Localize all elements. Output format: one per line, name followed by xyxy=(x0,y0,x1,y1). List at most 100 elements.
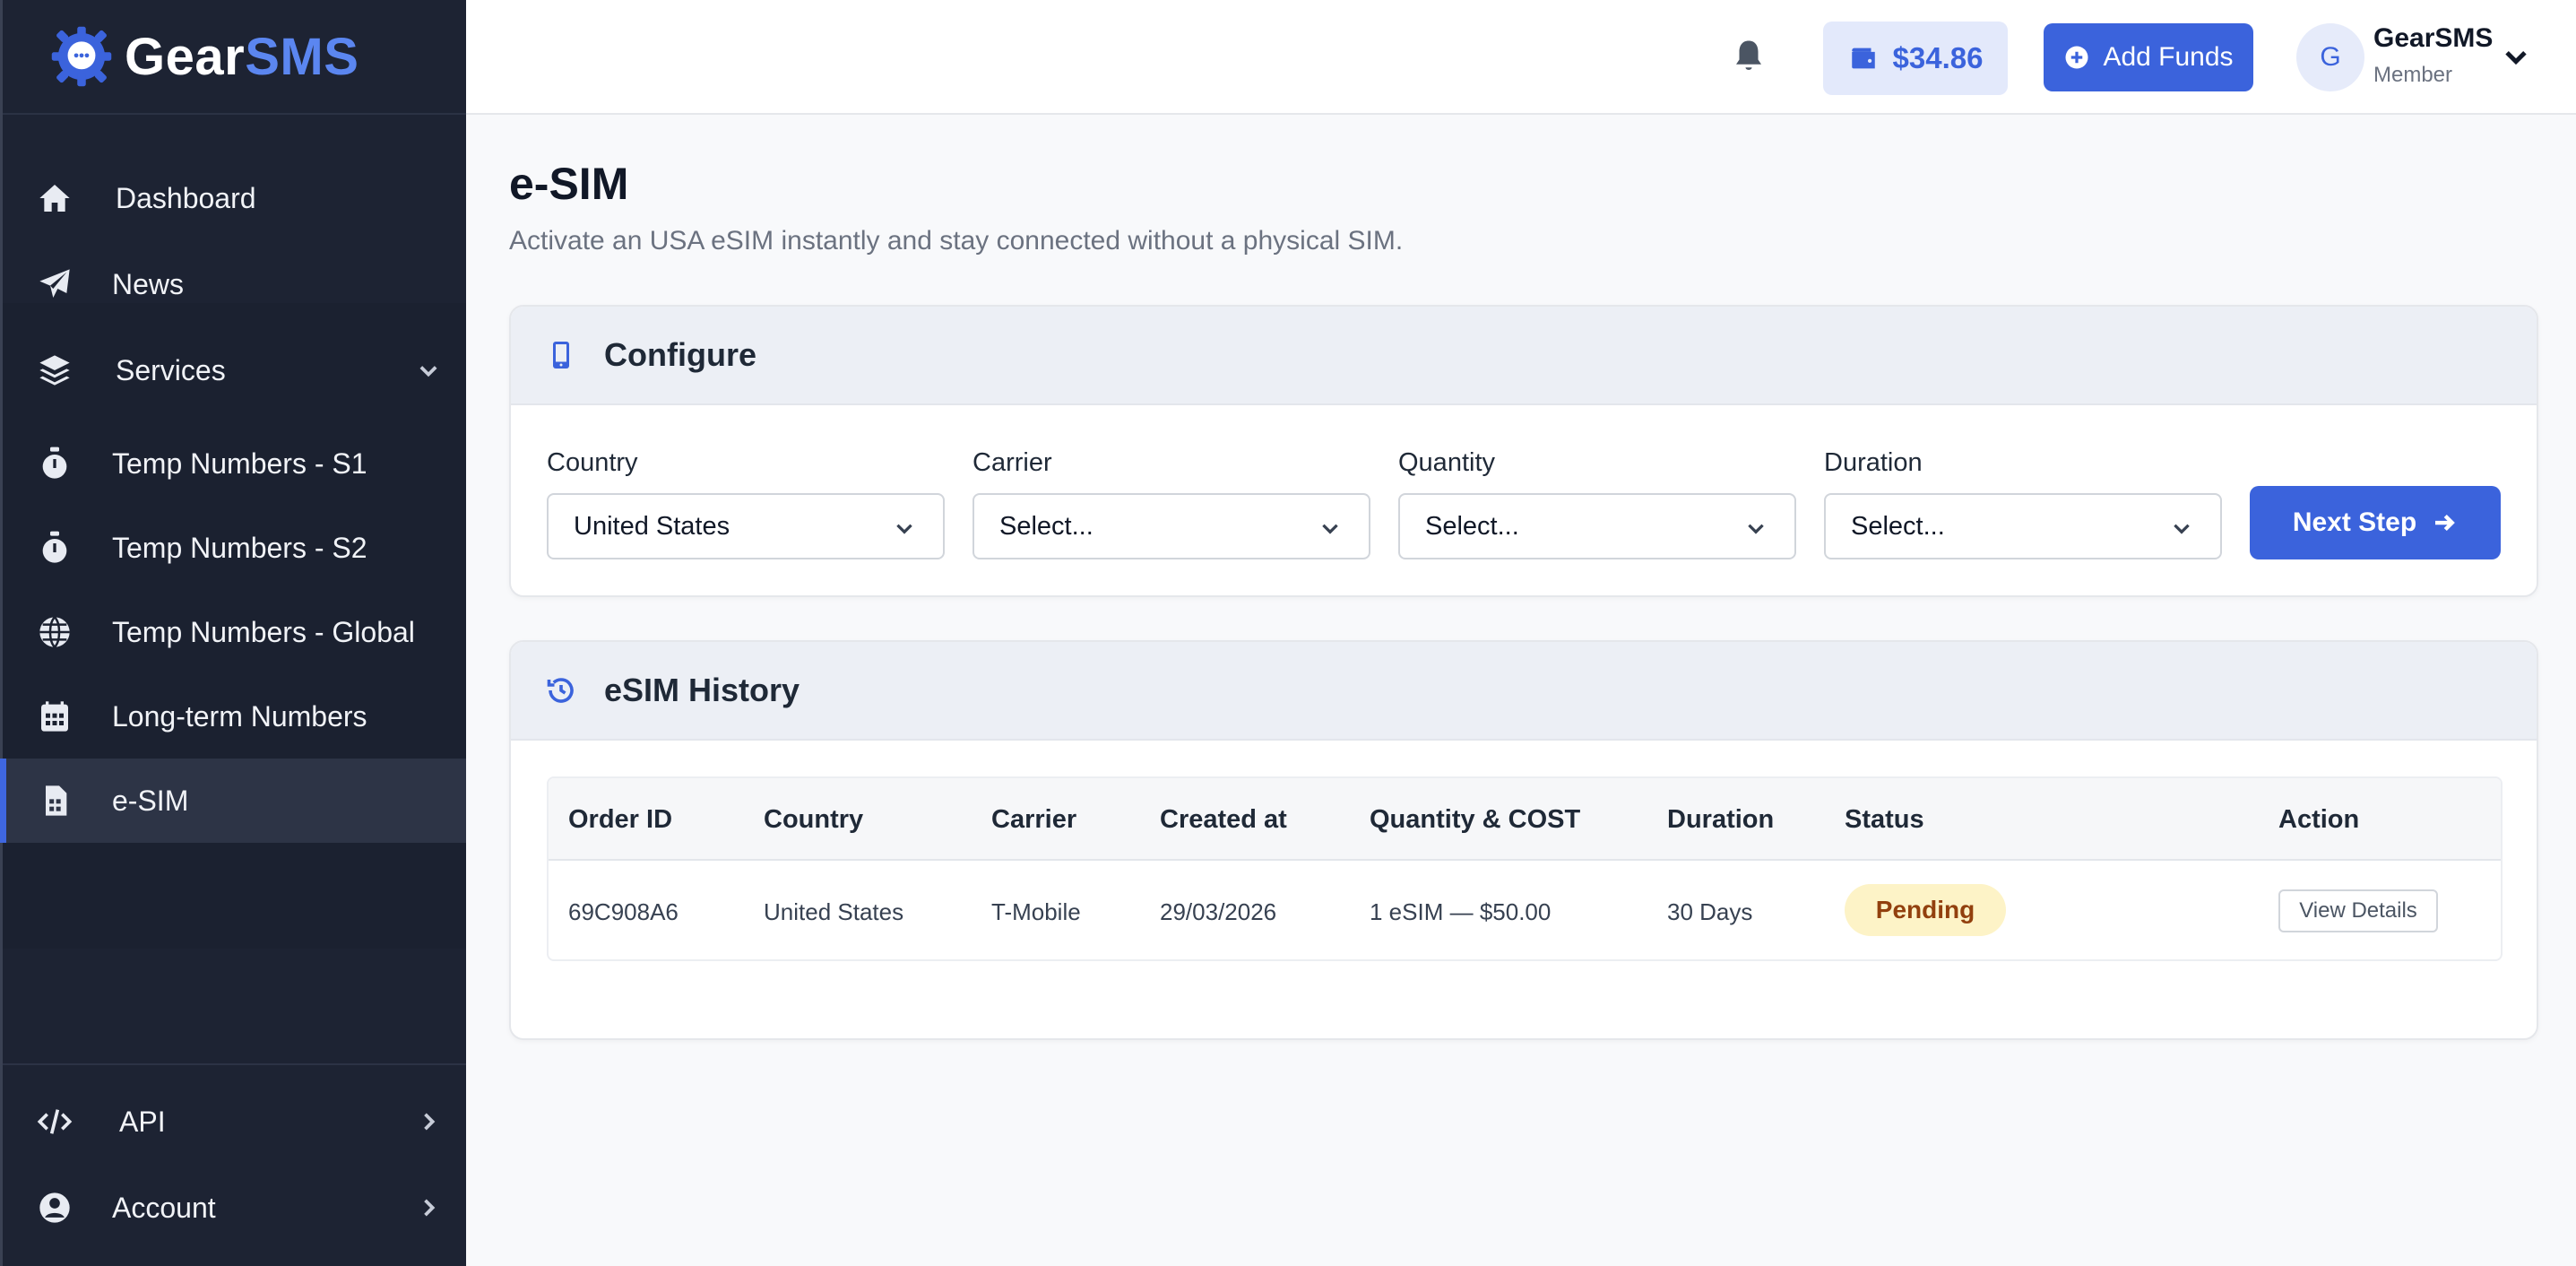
globe-icon xyxy=(35,612,74,652)
esim-history-card: eSIM History Order ID Country Carrier Cr… xyxy=(509,640,2538,1040)
chevron-down-icon xyxy=(1318,516,1342,540)
brand-name: GearSMS xyxy=(125,27,359,87)
layers-icon xyxy=(35,351,74,390)
brand[interactable]: GearSMS xyxy=(3,0,466,115)
add-funds-label: Add Funds xyxy=(2103,42,2234,72)
stopwatch-icon xyxy=(35,444,74,483)
status-badge: Pending xyxy=(1845,884,2006,936)
col-created-at: Created at xyxy=(1160,805,1287,834)
chevron-right-icon xyxy=(416,1108,443,1135)
history-card-header: eSIM History xyxy=(511,642,2537,741)
chevron-right-icon xyxy=(416,1194,443,1221)
page-title: e-SIM xyxy=(509,159,629,209)
view-details-button[interactable]: View Details xyxy=(2278,889,2438,932)
plus-circle-icon xyxy=(2065,46,2088,69)
top-header: $34.86 Add Funds G GearSMS Member xyxy=(466,0,2576,115)
configure-title: Configure xyxy=(604,336,756,373)
sim-card-icon xyxy=(35,781,74,820)
col-country: Country xyxy=(764,805,864,834)
avatar[interactable]: G xyxy=(2296,23,2364,91)
user-name[interactable]: GearSMS xyxy=(2373,23,2493,54)
code-icon xyxy=(35,1102,74,1141)
history-table: Order ID Country Carrier Created at Quan… xyxy=(547,776,2503,961)
mobile-phone-icon xyxy=(553,342,569,369)
wallet-icon xyxy=(1851,48,1875,69)
sidebar-divider xyxy=(3,1063,466,1065)
brand-name-part2: SMS xyxy=(245,27,359,86)
configure-card-header: Configure xyxy=(511,307,2537,405)
sidebar-item-label: API xyxy=(119,1105,166,1138)
sidebar-item-label: Long-term Numbers xyxy=(112,699,367,733)
stopwatch-icon xyxy=(35,528,74,568)
sidebar-item-temp-numbers-global[interactable]: Temp Numbers - Global xyxy=(3,590,466,674)
country-select-value: United States xyxy=(574,511,730,541)
sidebar-item-label: Temp Numbers - Global xyxy=(112,615,415,648)
sidebar-item-label: Account xyxy=(112,1191,216,1224)
sidebar-item-label: News xyxy=(112,267,185,300)
cell-carrier: T-Mobile xyxy=(991,898,1081,925)
app-root: GearSMS Dashboard News Services Temp Num… xyxy=(0,0,2576,1266)
chevron-down-icon xyxy=(1744,516,1768,540)
duration-select-value: Select... xyxy=(1851,511,1945,541)
carrier-select-value: Select... xyxy=(999,511,1094,541)
carrier-label: Carrier xyxy=(972,448,1052,477)
quantity-label: Quantity xyxy=(1398,448,1495,477)
next-step-button[interactable]: Next Step xyxy=(2250,486,2501,559)
quantity-select[interactable]: Select... xyxy=(1398,493,1796,559)
add-funds-button[interactable]: Add Funds xyxy=(2044,23,2253,91)
sidebar-item-dashboard[interactable]: Dashboard xyxy=(3,156,466,240)
cell-created-at: 29/03/2026 xyxy=(1160,898,1277,925)
user-role: Member xyxy=(2373,63,2453,87)
sidebar-item-temp-numbers-s2[interactable]: Temp Numbers - S2 xyxy=(3,506,466,590)
history-icon xyxy=(547,678,574,703)
arrow-right-icon xyxy=(2435,514,2456,532)
sidebar-item-label: Temp Numbers - S2 xyxy=(112,531,367,564)
col-status: Status xyxy=(1845,805,1924,834)
sidebar-item-label: Services xyxy=(116,353,226,386)
sidebar-item-temp-numbers-s1[interactable]: Temp Numbers - S1 xyxy=(3,421,466,506)
sidebar: GearSMS Dashboard News Services Temp Num… xyxy=(0,0,466,1266)
balance-amount: $34.86 xyxy=(1892,41,1984,74)
chevron-down-icon xyxy=(416,357,443,384)
sidebar-item-label: e-SIM xyxy=(112,784,189,817)
calendar-icon xyxy=(35,697,74,736)
sidebar-item-api[interactable]: API xyxy=(3,1080,466,1164)
sidebar-item-account[interactable]: Account xyxy=(3,1166,466,1250)
table-row: 69C908A6 United States T-Mobile 29/03/20… xyxy=(549,861,2501,959)
carrier-select[interactable]: Select... xyxy=(972,493,1370,559)
sidebar-item-services[interactable]: Services xyxy=(3,328,466,412)
country-select[interactable]: United States xyxy=(547,493,945,559)
duration-select[interactable]: Select... xyxy=(1824,493,2222,559)
sidebar-item-esim[interactable]: e-SIM xyxy=(0,759,466,843)
history-title: eSIM History xyxy=(604,672,800,708)
col-quantity-cost: Quantity & COST xyxy=(1370,805,1581,834)
col-carrier: Carrier xyxy=(991,805,1077,834)
balance-badge[interactable]: $34.86 xyxy=(1823,22,2008,95)
cell-duration: 30 Days xyxy=(1667,898,1753,925)
user-circle-icon xyxy=(35,1188,74,1227)
paper-plane-icon xyxy=(35,264,74,304)
configure-card: Configure Country United States Carrier … xyxy=(509,305,2538,597)
page-subtitle: Activate an USA eSIM instantly and stay … xyxy=(509,226,1404,256)
sidebar-item-label: Dashboard xyxy=(116,181,256,214)
next-step-label: Next Step xyxy=(2292,507,2417,537)
col-order-id: Order ID xyxy=(568,805,673,834)
duration-label: Duration xyxy=(1824,448,1923,477)
country-label: Country xyxy=(547,448,638,477)
table-header: Order ID Country Carrier Created at Quan… xyxy=(549,778,2501,861)
chevron-down-icon xyxy=(2170,516,2193,540)
cell-quantity-cost: 1 eSIM — $50.00 xyxy=(1370,898,1552,925)
chevron-down-icon[interactable] xyxy=(2501,41,2533,74)
sidebar-item-label: Temp Numbers - S1 xyxy=(112,447,367,480)
gear-chat-icon xyxy=(51,26,112,87)
home-icon xyxy=(35,178,74,218)
sidebar-item-news[interactable]: News xyxy=(3,242,466,326)
sidebar-item-long-term-numbers[interactable]: Long-term Numbers xyxy=(3,674,466,759)
quantity-select-value: Select... xyxy=(1425,511,1519,541)
cell-country: United States xyxy=(764,898,904,925)
cell-order-id: 69C908A6 xyxy=(568,898,679,925)
col-duration: Duration xyxy=(1667,805,1775,834)
bell-icon[interactable] xyxy=(1730,38,1769,77)
col-action: Action xyxy=(2278,805,2360,834)
brand-name-part1: Gear xyxy=(125,27,246,86)
